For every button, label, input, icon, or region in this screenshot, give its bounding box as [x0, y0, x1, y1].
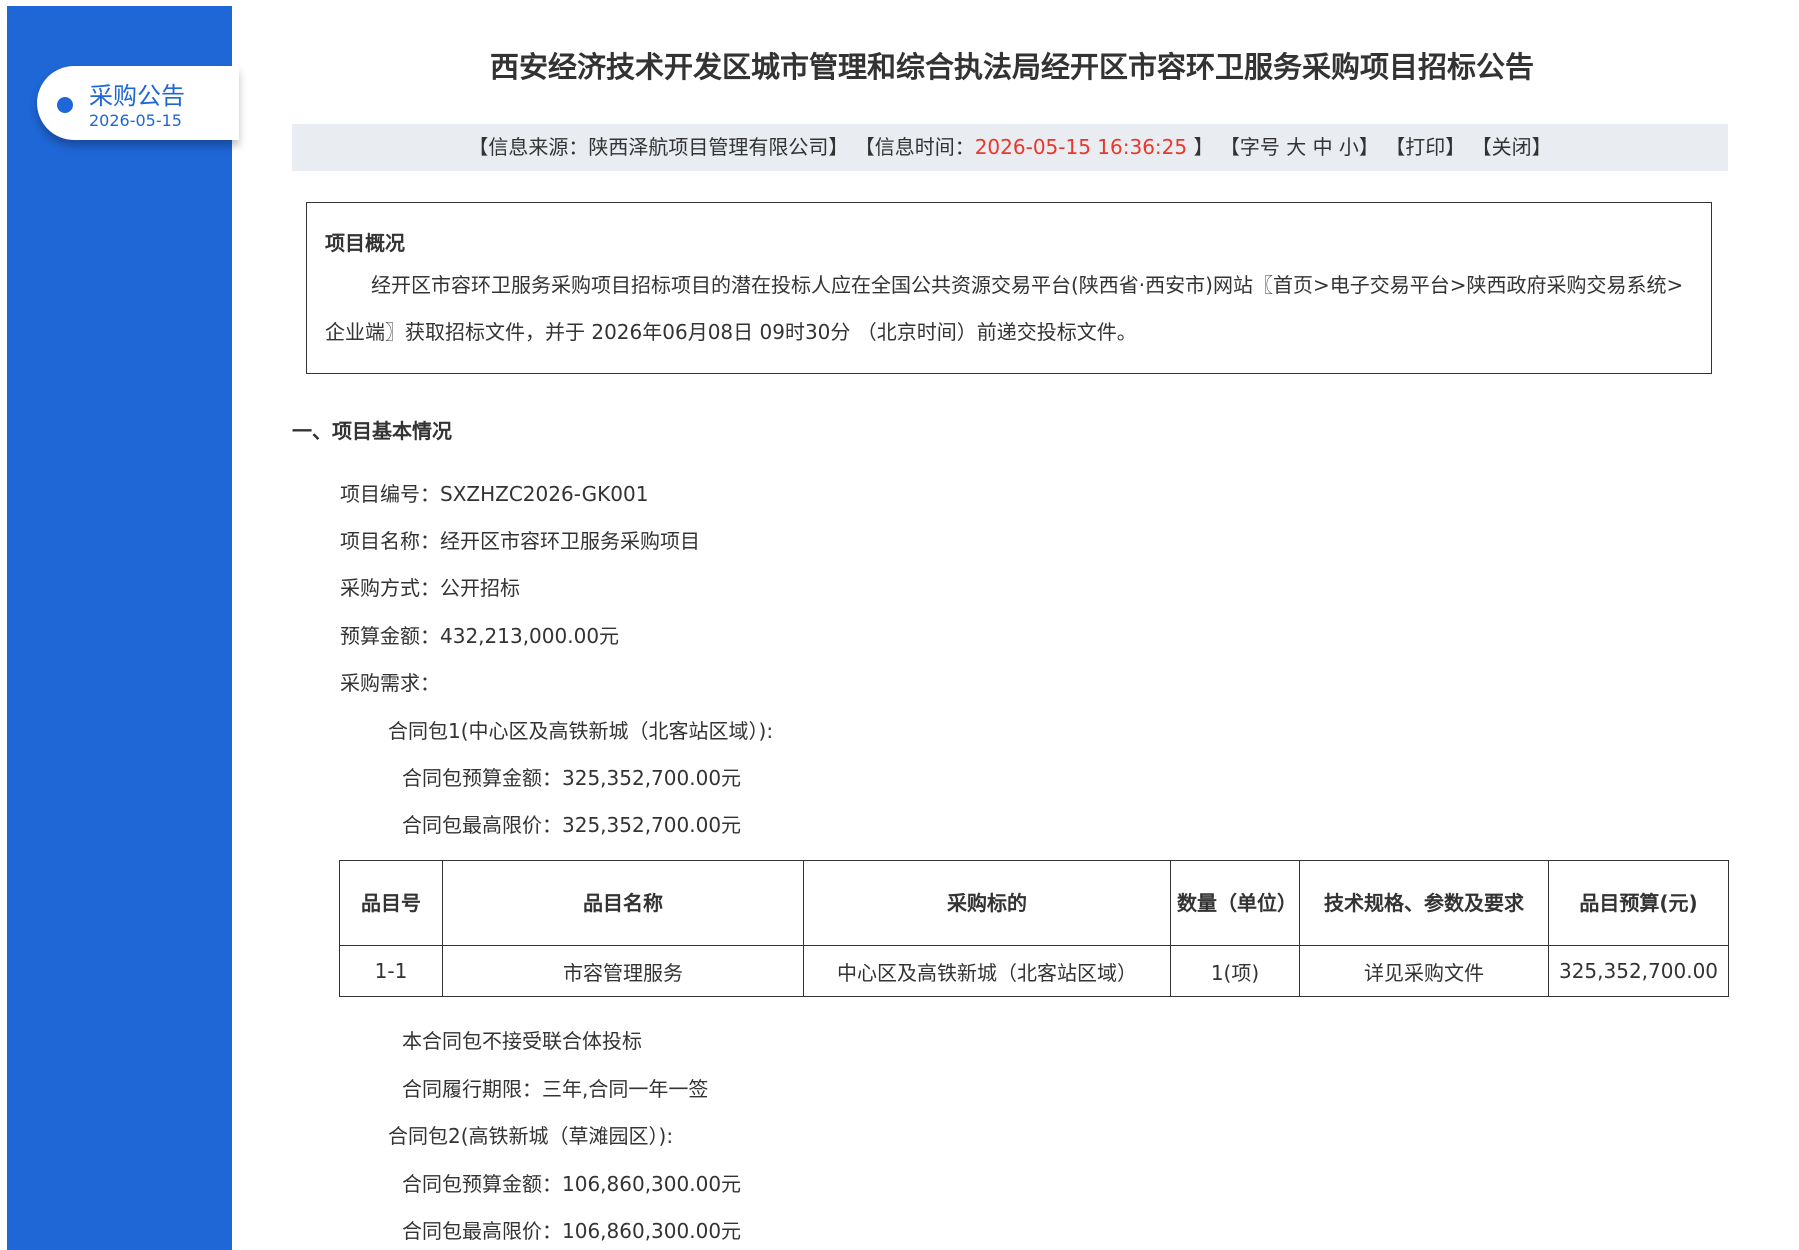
col-quantity: 数量（单位） [1170, 860, 1300, 946]
info-bar: 【信息来源：陕西泽航项目管理有限公司】 【信息时间：2026-05-15 16:… [292, 124, 1728, 171]
bullet-dot-icon [57, 97, 73, 113]
sidebar-item-label: 采购公告 [89, 82, 185, 110]
package1-max-price: 合同包最高限价：325,352,700.00元 [402, 813, 742, 837]
sidebar: 采购公告 2026-05-15 [7, 6, 239, 1250]
package2-budget: 合同包预算金额：106,860,300.00元 [402, 1172, 742, 1196]
font-medium-link[interactable]: 中 [1313, 135, 1333, 159]
page-title: 西安经济技术开发区城市管理和综合执法局经开区市容环卫服务采购项目招标公告 [489, 50, 1534, 84]
package1-title: 合同包1(中心区及高铁新城（北客站区域）): [388, 719, 774, 743]
project-name: 项目名称：经开区市容环卫服务采购项目 [340, 529, 700, 553]
info-time-close: 】 [1193, 135, 1214, 159]
items-table: 品目号 品目名称 采购标的 数量（单位） 技术规格、参数及要求 品目预算(元) … [339, 860, 1729, 997]
package2-max-price: 合同包最高限价：106,860,300.00元 [402, 1219, 742, 1243]
package1-period: 合同履行期限：三年,合同一年一签 [402, 1077, 709, 1101]
table-row: 1-1 市容管理服务 中心区及高铁新城（北客站区域） 1(项) 详见采购文件 3… [339, 945, 1729, 997]
font-size-close: 】 [1358, 135, 1379, 159]
info-time-label: 【信息时间： [854, 135, 975, 159]
sidebar-item-date: 2026-05-15 [89, 111, 182, 130]
info-source: 【信息来源：陕西泽航项目管理有限公司】 [468, 135, 849, 159]
col-item-no: 品目号 [339, 860, 443, 946]
project-number: 项目编号：SXZHZC2026-GK001 [340, 482, 649, 506]
font-large-link[interactable]: 大 [1286, 135, 1306, 159]
cell-item-no: 1-1 [339, 945, 443, 997]
font-small-link[interactable]: 小 [1339, 135, 1359, 159]
budget-amount: 预算金额：432,213,000.00元 [340, 624, 620, 648]
cell-item-budget: 325,352,700.00 [1548, 945, 1729, 997]
info-time-value: 2026-05-15 16:36:25 [974, 135, 1188, 159]
procurement-method: 采购方式：公开招标 [340, 576, 520, 600]
close-link[interactable]: 【关闭】 [1472, 135, 1552, 159]
cell-spec: 详见采购文件 [1299, 945, 1549, 997]
sidebar-item-announcement[interactable]: 采购公告 2026-05-15 [37, 66, 239, 140]
col-spec: 技术规格、参数及要求 [1299, 860, 1549, 946]
cell-target: 中心区及高铁新城（北客站区域） [803, 945, 1171, 997]
overview-heading: 项目概况 [325, 231, 405, 255]
overview-text: 经开区市容环卫服务采购项目招标项目的潜在投标人应在全国公共资源交易平台(陕西省·… [325, 273, 1684, 344]
print-link[interactable]: 【打印】 [1385, 135, 1465, 159]
procurement-requirements: 采购需求： [340, 671, 440, 695]
col-item-budget: 品目预算(元) [1548, 860, 1729, 946]
page-frame: 采购公告 2026-05-15 西安经济技术开发区城市管理和综合执法局经开区市容… [0, 0, 1799, 1250]
section-heading: 一、项目基本情况 [292, 419, 452, 443]
cell-quantity: 1(项) [1170, 945, 1300, 997]
overview-box: 项目概况 经开区市容环卫服务采购项目招标项目的潜在投标人应在全国公共资源交易平台… [306, 202, 1712, 374]
font-size-label: 【字号 [1219, 135, 1280, 159]
col-item-name: 品目名称 [442, 860, 804, 946]
article-content: 西安经济技术开发区城市管理和综合执法局经开区市容环卫服务采购项目招标公告 【信息… [292, 0, 1732, 1250]
cell-item-name: 市容管理服务 [442, 945, 804, 997]
package2-title: 合同包2(高铁新城（草滩园区）): [388, 1124, 674, 1148]
table-header-row: 品目号 品目名称 采购标的 数量（单位） 技术规格、参数及要求 品目预算(元) [339, 860, 1729, 946]
col-target: 采购标的 [803, 860, 1171, 946]
package1-budget: 合同包预算金额：325,352,700.00元 [402, 766, 742, 790]
package1-no-consortium: 本合同包不接受联合体投标 [402, 1029, 642, 1053]
